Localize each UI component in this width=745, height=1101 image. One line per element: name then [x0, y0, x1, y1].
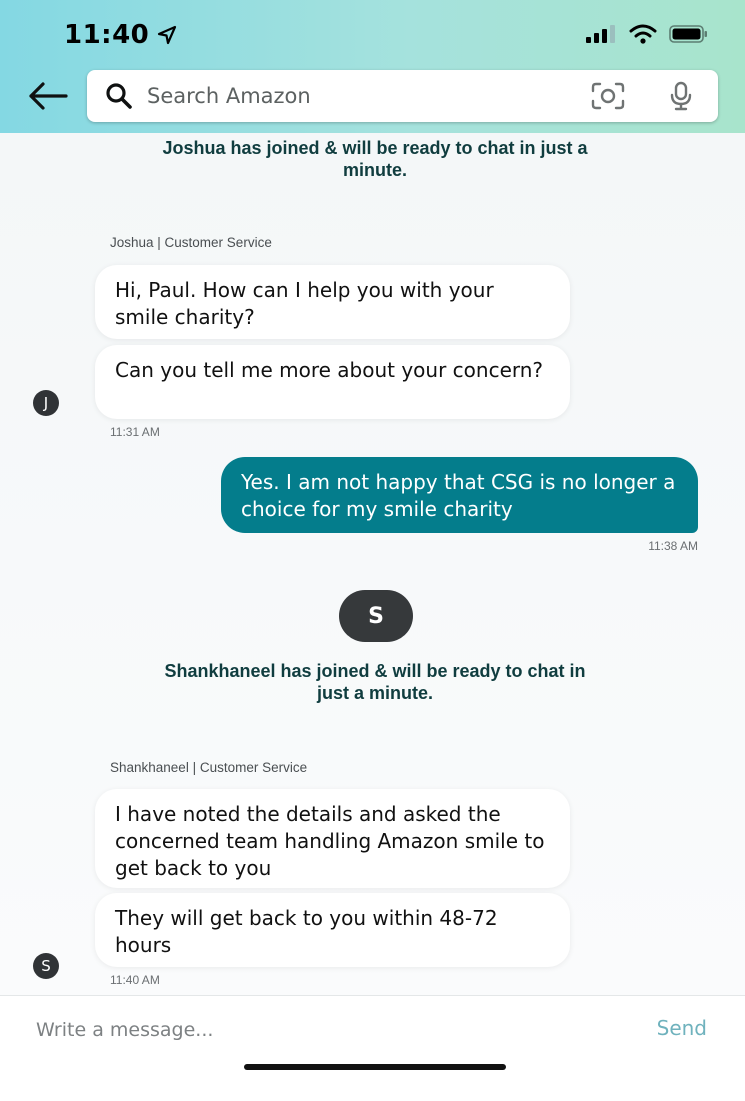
location-arrow-icon [158, 25, 177, 45]
agent-message: They will get back to you within 48-72 h… [95, 893, 570, 967]
send-button[interactable]: Send [657, 1016, 707, 1040]
message-composer: Send [0, 995, 745, 1101]
signal-icon [586, 25, 615, 43]
shankhaneel-badge: S [339, 590, 413, 642]
message-timestamp: 11:38 AM [648, 539, 698, 553]
status-bar-time: 11:40 [64, 20, 177, 50]
agent-message: I have noted the details and asked the c… [95, 789, 570, 888]
shankhaneel-avatar: S [33, 953, 59, 979]
joshua-sender-label: Joshua | Customer Service [110, 235, 272, 250]
back-arrow-icon[interactable] [26, 80, 68, 112]
wifi-icon [629, 24, 657, 44]
shankhaneel-sender-label: Shankhaneel | Customer Service [110, 760, 308, 775]
status-icons [585, 24, 709, 44]
microphone-icon[interactable] [669, 81, 693, 111]
app-header: 11:40 [0, 0, 745, 133]
agent-message: Hi, Paul. How can I help you with your s… [95, 265, 570, 339]
search-bar[interactable] [87, 70, 718, 122]
joshua-avatar: J [33, 390, 59, 416]
shankhaneel-joined-notice: Shankhaneel has joined & will be ready t… [164, 661, 586, 703]
search-input[interactable] [147, 70, 547, 122]
agent-message: Can you tell me more about your concern? [95, 345, 570, 419]
battery-icon [669, 25, 707, 43]
chat-transcript[interactable]: Joshua has joined & will be ready to cha… [0, 133, 745, 995]
camera-lens-icon[interactable] [591, 82, 625, 110]
user-message: Yes. I am not happy that CSG is no longe… [221, 457, 698, 533]
status-time-text: 11:40 [64, 20, 150, 50]
message-timestamp: 11:31 AM [110, 425, 160, 439]
joshua-joined-notice: Joshua has joined & will be ready to cha… [162, 138, 588, 180]
search-icon [106, 83, 132, 109]
message-input[interactable] [36, 1014, 556, 1046]
message-timestamp: 11:40 AM [110, 973, 160, 987]
home-indicator[interactable] [244, 1064, 506, 1070]
